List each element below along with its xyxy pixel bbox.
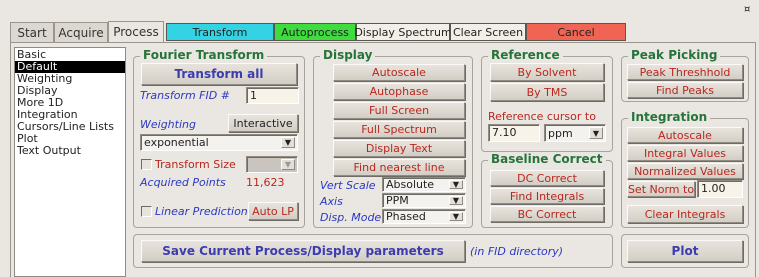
linear-prediction-label: Linear Prediction: [155, 205, 248, 218]
auto-lp-button[interactable]: Auto LP: [248, 202, 298, 220]
transform-size-select[interactable]: ▼: [246, 156, 298, 173]
norm-value-input[interactable]: 1.00: [697, 180, 743, 198]
chevron-down-icon: ▼: [449, 180, 463, 189]
find-nearest-line-button[interactable]: Find nearest line: [333, 159, 465, 176]
chevron-down-icon: ▼: [281, 159, 295, 170]
reference-cursor-input[interactable]: 7.10: [488, 124, 540, 142]
tab-start[interactable]: Start: [10, 22, 54, 42]
linear-prediction-checkbox[interactable]: [141, 206, 152, 217]
normalized-values-button[interactable]: Normalized Values: [627, 163, 743, 179]
fid-label: Transform FID #: [140, 89, 230, 102]
full-spectrum-button[interactable]: Full Spectrum: [333, 121, 465, 138]
disp-mode-value: Phased: [386, 210, 426, 223]
transform-all-button[interactable]: Transform all: [141, 63, 297, 85]
weighting-label: Weighting: [140, 118, 196, 131]
bc-correct-button[interactable]: BC Correct: [490, 206, 604, 222]
disp-mode-select[interactable]: Phased ▼: [382, 209, 466, 224]
clear-screen-button[interactable]: Clear Screen: [450, 23, 526, 41]
integration-title: Integration: [628, 110, 711, 124]
transform-size-checkbox[interactable]: [141, 159, 152, 170]
sidebar-item-text-output[interactable]: Text Output: [15, 145, 125, 157]
autophase-button[interactable]: Autophase: [333, 83, 465, 100]
display-text-button[interactable]: Display Text: [333, 140, 465, 157]
axis-label: Axis: [320, 195, 343, 208]
peak-picking-title: Peak Picking: [628, 48, 721, 62]
display-spectrum-button[interactable]: Display Spectrum: [354, 23, 452, 41]
full-screen-button[interactable]: Full Screen: [333, 102, 465, 119]
corner-icon: ¤: [744, 4, 751, 15]
find-integrals-button[interactable]: Find Integrals: [490, 188, 604, 204]
clear-integrals-button[interactable]: Clear Integrals: [627, 205, 743, 223]
plot-button[interactable]: Plot: [627, 240, 743, 262]
by-tms-button[interactable]: By TMS: [490, 83, 604, 101]
transform-size-label: Transform Size: [155, 158, 236, 171]
vert-scale-select[interactable]: Absolute ▼: [382, 177, 466, 192]
fourier-transform-title: Fourier Transform: [140, 48, 268, 62]
axis-value: PPM: [386, 194, 409, 207]
fid-directory-note: (in FID directory): [470, 245, 564, 258]
acquired-points-value: 11,623: [246, 176, 285, 189]
tab-process[interactable]: Process: [108, 21, 164, 42]
top-strip: [0, 0, 759, 22]
reference-cursor-label: Reference cursor to: [488, 110, 596, 123]
integral-values-button[interactable]: Integral Values: [627, 145, 743, 161]
weighting-value: exponential: [144, 136, 209, 149]
interactive-button[interactable]: Interactive: [228, 114, 298, 132]
peak-threshold-button[interactable]: Peak Threshhold: [627, 64, 743, 80]
find-peaks-button[interactable]: Find Peaks: [627, 82, 743, 98]
chevron-down-icon: ▼: [281, 137, 295, 148]
weighting-select[interactable]: exponential ▼: [140, 134, 298, 151]
chevron-down-icon: ▼: [449, 212, 463, 221]
set-norm-button[interactable]: Set Norm to: [627, 181, 695, 197]
cancel-button[interactable]: Cancel: [526, 23, 626, 41]
reference-title: Reference: [488, 48, 563, 62]
reference-unit-value: ppm: [548, 126, 573, 140]
acquired-points-label: Acquired Points: [140, 176, 226, 189]
tab-acquire[interactable]: Acquire: [54, 22, 108, 42]
axis-select[interactable]: PPM ▼: [382, 193, 466, 208]
transform-button[interactable]: Transform: [166, 23, 274, 41]
integration-autoscale-button[interactable]: Autoscale: [627, 127, 743, 143]
chevron-down-icon: ▼: [449, 196, 463, 205]
reference-unit-select[interactable]: ppm ▼: [544, 124, 606, 142]
chevron-down-icon: ▼: [589, 127, 603, 139]
by-solvent-button[interactable]: By Solvent: [490, 63, 604, 81]
vert-scale-value: Absolute: [386, 178, 435, 191]
save-parameters-button[interactable]: Save Current Process/Display parameters: [141, 240, 465, 262]
vert-scale-label: Vert Scale: [320, 179, 376, 192]
dc-correct-button[interactable]: DC Correct: [490, 170, 604, 186]
fid-input[interactable]: 1: [246, 87, 299, 104]
display-title: Display: [320, 48, 376, 62]
baseline-correct-title: Baseline Correct: [488, 152, 606, 166]
disp-mode-label: Disp. Mode: [320, 211, 382, 224]
autoscale-button[interactable]: Autoscale: [333, 64, 465, 81]
sidebar: Basic Default Weighting Display More 1D …: [14, 47, 126, 277]
autoprocess-button[interactable]: Autoprocess: [274, 23, 356, 41]
